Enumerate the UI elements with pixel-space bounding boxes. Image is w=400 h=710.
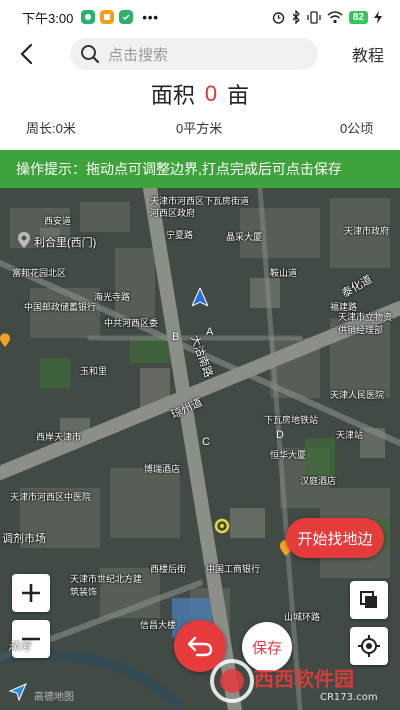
vibrate-icon [307,10,321,24]
area-display: 面积 0 亩 [0,78,400,110]
map-poi-label: 晶采大厦 [226,232,263,242]
map-road-label: 海光寺路 [94,292,131,302]
status-bar: 下午3:00 ••• 82 [0,0,400,34]
poi-pin-icon [18,232,30,248]
map-poi-label: 调剂市场 [2,533,46,545]
map-marker-icon [0,333,10,347]
undo-button[interactable] [174,620,226,672]
map-poi-label: 汉庭酒店 [300,476,337,486]
map-poi-label: 天津站 [336,430,364,440]
undo-icon [187,636,213,657]
map-poi-label: 天津市立物资供销经理部 [338,312,393,335]
operation-hint-banner: 操作提示：拖动点可调整边界,打点完成后可点击保存 [0,150,400,188]
map-marker-icon [214,518,230,534]
area-unit: 亩 [227,83,250,108]
map-poi-label: 博瑞酒店 [144,464,181,474]
hectares-stat: 0公顷 [340,121,374,136]
crosshair-icon [358,635,380,657]
map-poi-label: 天津市河西区下瓦房街道 [150,196,250,206]
alarm-icon [272,11,285,24]
map-poi-label: 中共河西区委 [104,318,159,328]
area-label: 面积 [150,83,195,108]
app-notification-icon [119,10,134,24]
zoom-in-button[interactable] [12,574,50,612]
search-input[interactable]: 点击搜索 [70,38,318,70]
plus-icon [22,584,40,602]
compass-icon[interactable] [8,682,28,702]
map-poi-label: 中国邮政储蓄银行 [24,302,97,312]
measurement-stats: 周长:0米 0平方米 0公顷 [0,114,400,138]
bluetooth-icon [292,10,300,24]
search-icon [81,45,100,64]
chevron-left-icon [20,43,33,65]
map-road-label: 西楼后街 [150,564,187,574]
map-road-label: 鞍山道 [270,268,298,278]
status-time: 下午3:00 [22,10,74,26]
map-poi-label: 利合里(西门) [34,237,97,249]
satellite-map[interactable]: 利合里(西门) 富邦花园北区 西安道 鞍山道 宁夏路 晶采大厦 泰化道 大沽南路… [0,188,400,710]
app-notification-icon [100,10,115,24]
map-poi-label: 天津市世纪北方建筑装饰 [70,574,143,597]
map-road-label: 宁夏路 [166,230,194,240]
more-notifications-icon: ••• [142,9,159,25]
river-label: 津河 [8,641,30,653]
map-poi-label: 西岸天津市 [36,432,82,442]
boundary-point-label[interactable]: D [276,429,284,441]
save-button[interactable]: 保存 [242,622,292,672]
boundary-point-label[interactable]: A [206,326,213,338]
map-poi-label: 天津市政府 [344,226,390,236]
perimeter-stat: 周长:0米 [26,121,76,136]
map-poi-label: 恒华大厦 [270,450,307,460]
charging-icon [374,10,382,24]
map-poi-label: 天津人民医院 [330,390,385,400]
start-find-land-button[interactable]: 开始找地边 [286,518,384,558]
map-poi-label: 下瓦房地铁站 [264,415,319,425]
boundary-point-label[interactable]: B [172,331,179,343]
search-placeholder: 点击搜索 [108,46,169,64]
map-road-label: 西安道 [44,216,72,226]
map-copyright: 高德地图 [34,692,74,703]
map-poi-label: 河西区政府 [150,208,196,218]
app-notification-icon [81,10,96,24]
locate-me-button[interactable] [350,627,388,665]
map-poi-label: 中国工商银行 [206,564,261,574]
layers-icon [360,591,377,608]
boundary-point-label[interactable]: C [202,436,210,448]
tutorial-link[interactable]: 教程 [352,42,384,66]
battery-icon: 82 [348,10,368,24]
current-location-arrow-icon [192,288,208,307]
map-poi-label: 信昌大楼 [140,620,177,630]
map-poi-label: 富邦花园北区 [12,268,67,278]
nav-bar: 点击搜索 教程 [0,34,400,74]
area-value: 0 [204,81,218,106]
map-layers-button[interactable] [350,581,388,619]
map-poi-label: 天津市河西区中医院 [10,492,92,502]
back-button[interactable] [4,34,48,74]
map-road-label: 山城环路 [284,612,321,622]
wifi-icon [327,10,343,23]
square-meters-stat: 0平方米 [176,121,223,136]
map-poi-label: 玉和里 [80,366,108,376]
